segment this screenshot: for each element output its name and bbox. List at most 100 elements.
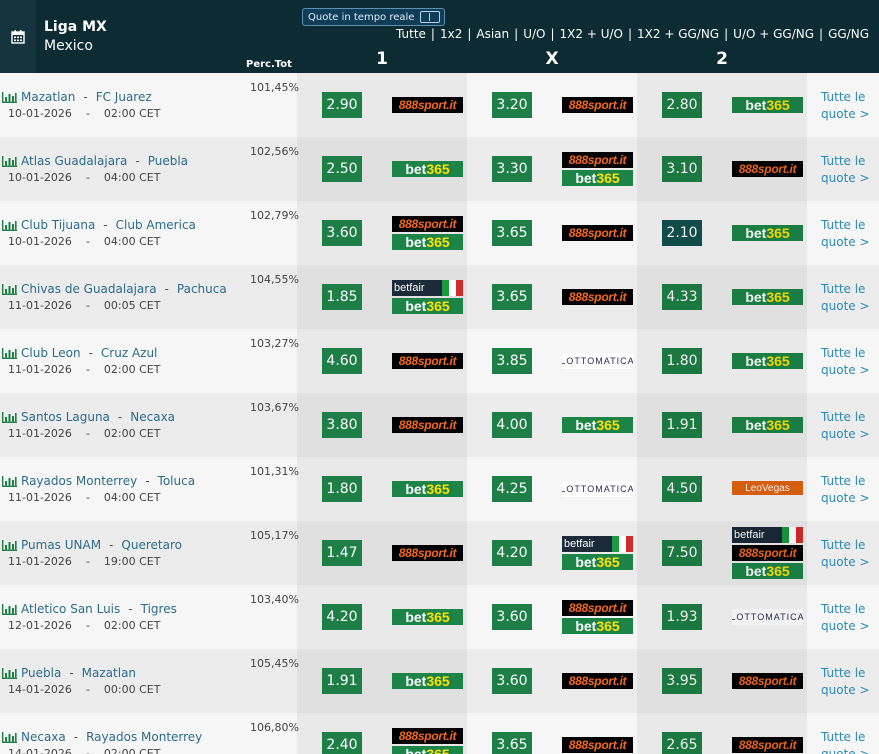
betfair-logo[interactable]: betfair (392, 280, 463, 296)
all-odds-link[interactable]: Tutte le quote > (821, 473, 870, 507)
888sport-logo[interactable]: 888sport.it (562, 737, 633, 753)
betfair-logo[interactable]: betfair (732, 527, 803, 543)
bet365-logo[interactable]: bet 365 (392, 673, 463, 689)
market-link[interactable]: GG/NG (828, 27, 869, 41)
odds-button[interactable]: 1.85 (322, 284, 362, 310)
odds-button[interactable]: 1.47 (322, 540, 362, 566)
market-link[interactable]: Tutte (396, 27, 426, 41)
888sport-logo[interactable]: 888sport.it (392, 728, 463, 744)
bet365-logo[interactable]: bet 365 (562, 554, 633, 570)
888sport-logo[interactable]: 888sport.it (562, 225, 633, 241)
stats-chart-icon[interactable] (2, 539, 17, 551)
888sport-logo[interactable]: 888sport.it (562, 600, 633, 616)
stats-chart-icon[interactable] (2, 91, 17, 103)
odds-button[interactable]: 4.60 (322, 348, 362, 374)
odds-button[interactable]: 1.80 (322, 476, 362, 502)
odds-button[interactable]: 2.80 (662, 92, 702, 118)
bet365-logo[interactable]: bet 365 (392, 609, 463, 625)
all-odds-link[interactable]: Tutte le quote > (821, 409, 870, 443)
odds-button[interactable]: 7.50 (662, 540, 702, 566)
bet365-logo[interactable]: bet 365 (392, 481, 463, 497)
888sport-logo[interactable]: 888sport.it (562, 673, 633, 689)
away-team[interactable]: Toluca (158, 474, 196, 488)
odds-button[interactable]: 3.10 (662, 156, 702, 182)
all-odds-link[interactable]: Tutte le quote > (821, 217, 870, 251)
bet365-logo[interactable]: bet 365 (732, 563, 803, 579)
odds-button[interactable]: 3.95 (662, 668, 702, 694)
odds-button[interactable]: 2.50 (322, 156, 362, 182)
odds-button[interactable]: 3.20 (492, 92, 532, 118)
bet365-logo[interactable]: bet 365 (732, 289, 803, 305)
home-team[interactable]: Atletico San Luis (21, 602, 120, 616)
888sport-logo[interactable]: 888sport.it (392, 216, 463, 232)
888sport-logo[interactable]: 888sport.it (562, 97, 633, 113)
888sport-logo[interactable]: 888sport.it (732, 673, 803, 689)
bet365-logo[interactable]: bet 365 (562, 170, 633, 186)
888sport-logo[interactable]: 888sport.it (732, 737, 803, 753)
odds-button[interactable]: 3.60 (322, 220, 362, 246)
market-link[interactable]: 1X2 + U/O (560, 27, 623, 41)
888sport-logo[interactable]: 888sport.it (392, 545, 463, 561)
odds-button[interactable]: 1.91 (662, 412, 702, 438)
888sport-logo[interactable]: 888sport.it (562, 152, 633, 168)
market-link[interactable]: U/O + GG/NG (733, 27, 814, 41)
home-team[interactable]: Mazatlan (21, 90, 75, 104)
888sport-logo[interactable]: 888sport.it (392, 353, 463, 369)
odds-button[interactable]: 1.80 (662, 348, 702, 374)
away-team[interactable]: Pachuca (177, 282, 227, 296)
all-odds-link[interactable]: Tutte le quote > (821, 601, 870, 635)
all-odds-link[interactable]: Tutte le quote > (821, 537, 870, 571)
market-link[interactable]: Asian (476, 27, 509, 41)
odds-button[interactable]: 2.65 (662, 732, 702, 754)
market-link[interactable]: 1x2 (440, 27, 462, 41)
odds-button[interactable]: 2.40 (322, 732, 362, 754)
home-team[interactable]: Santos Laguna (21, 410, 110, 424)
stats-chart-icon[interactable] (2, 475, 17, 487)
lottomatica-logo[interactable]: LOTTOMATICA (562, 481, 633, 497)
stats-chart-icon[interactable] (2, 603, 17, 615)
stats-chart-icon[interactable] (2, 347, 17, 359)
bet365-logo[interactable]: bet 365 (392, 746, 463, 754)
888sport-logo[interactable]: 888sport.it (392, 97, 463, 113)
lottomatica-logo[interactable]: LOTTOMATICA (562, 353, 633, 369)
odds-button[interactable]: 3.80 (322, 412, 362, 438)
odds-button[interactable]: 1.91 (322, 668, 362, 694)
odds-button[interactable]: 2.90 (322, 92, 362, 118)
home-team[interactable]: Rayados Monterrey (21, 474, 137, 488)
odds-button[interactable]: 4.20 (492, 540, 532, 566)
home-team[interactable]: Club Leon (21, 346, 81, 360)
away-team[interactable]: Cruz Azul (101, 346, 157, 360)
home-team[interactable]: Atlas Guadalajara (21, 154, 127, 168)
away-team[interactable]: Mazatlan (82, 666, 136, 680)
home-team[interactable]: Puebla (21, 666, 61, 680)
all-odds-link[interactable]: Tutte le quote > (821, 89, 870, 123)
market-link[interactable]: 1X2 + GG/NG (637, 27, 719, 41)
away-team[interactable]: Club America (116, 218, 196, 232)
calendar-icon[interactable] (0, 0, 36, 73)
all-odds-link[interactable]: Tutte le quote > (821, 345, 870, 379)
market-link[interactable]: U/O (523, 27, 545, 41)
odds-button[interactable]: 2.10 (662, 220, 702, 246)
home-team[interactable]: Chivas de Guadalajara (21, 282, 157, 296)
odds-button[interactable]: 3.30 (492, 156, 532, 182)
betfair-logo[interactable]: betfair (562, 536, 633, 552)
stats-chart-icon[interactable] (2, 219, 17, 231)
odds-button[interactable]: 3.60 (492, 668, 532, 694)
odds-button[interactable]: 3.65 (492, 284, 532, 310)
away-team[interactable]: FC Juarez (96, 90, 152, 104)
odds-button[interactable]: 3.65 (492, 220, 532, 246)
away-team[interactable]: Tigres (141, 602, 177, 616)
888sport-logo[interactable]: 888sport.it (732, 545, 803, 561)
stats-chart-icon[interactable] (2, 667, 17, 679)
bet365-logo[interactable]: bet 365 (732, 225, 803, 241)
bet365-logo[interactable]: bet 365 (732, 97, 803, 113)
all-odds-link[interactable]: Tutte le quote > (821, 665, 870, 699)
odds-button[interactable]: 1.93 (662, 604, 702, 630)
odds-button[interactable]: 3.60 (492, 604, 532, 630)
bet365-logo[interactable]: bet 365 (562, 618, 633, 634)
away-team[interactable]: Puebla (148, 154, 188, 168)
bet365-logo[interactable]: bet 365 (392, 234, 463, 250)
home-team[interactable]: Necaxa (21, 730, 66, 744)
stats-chart-icon[interactable] (2, 283, 17, 295)
stats-chart-icon[interactable] (2, 155, 17, 167)
